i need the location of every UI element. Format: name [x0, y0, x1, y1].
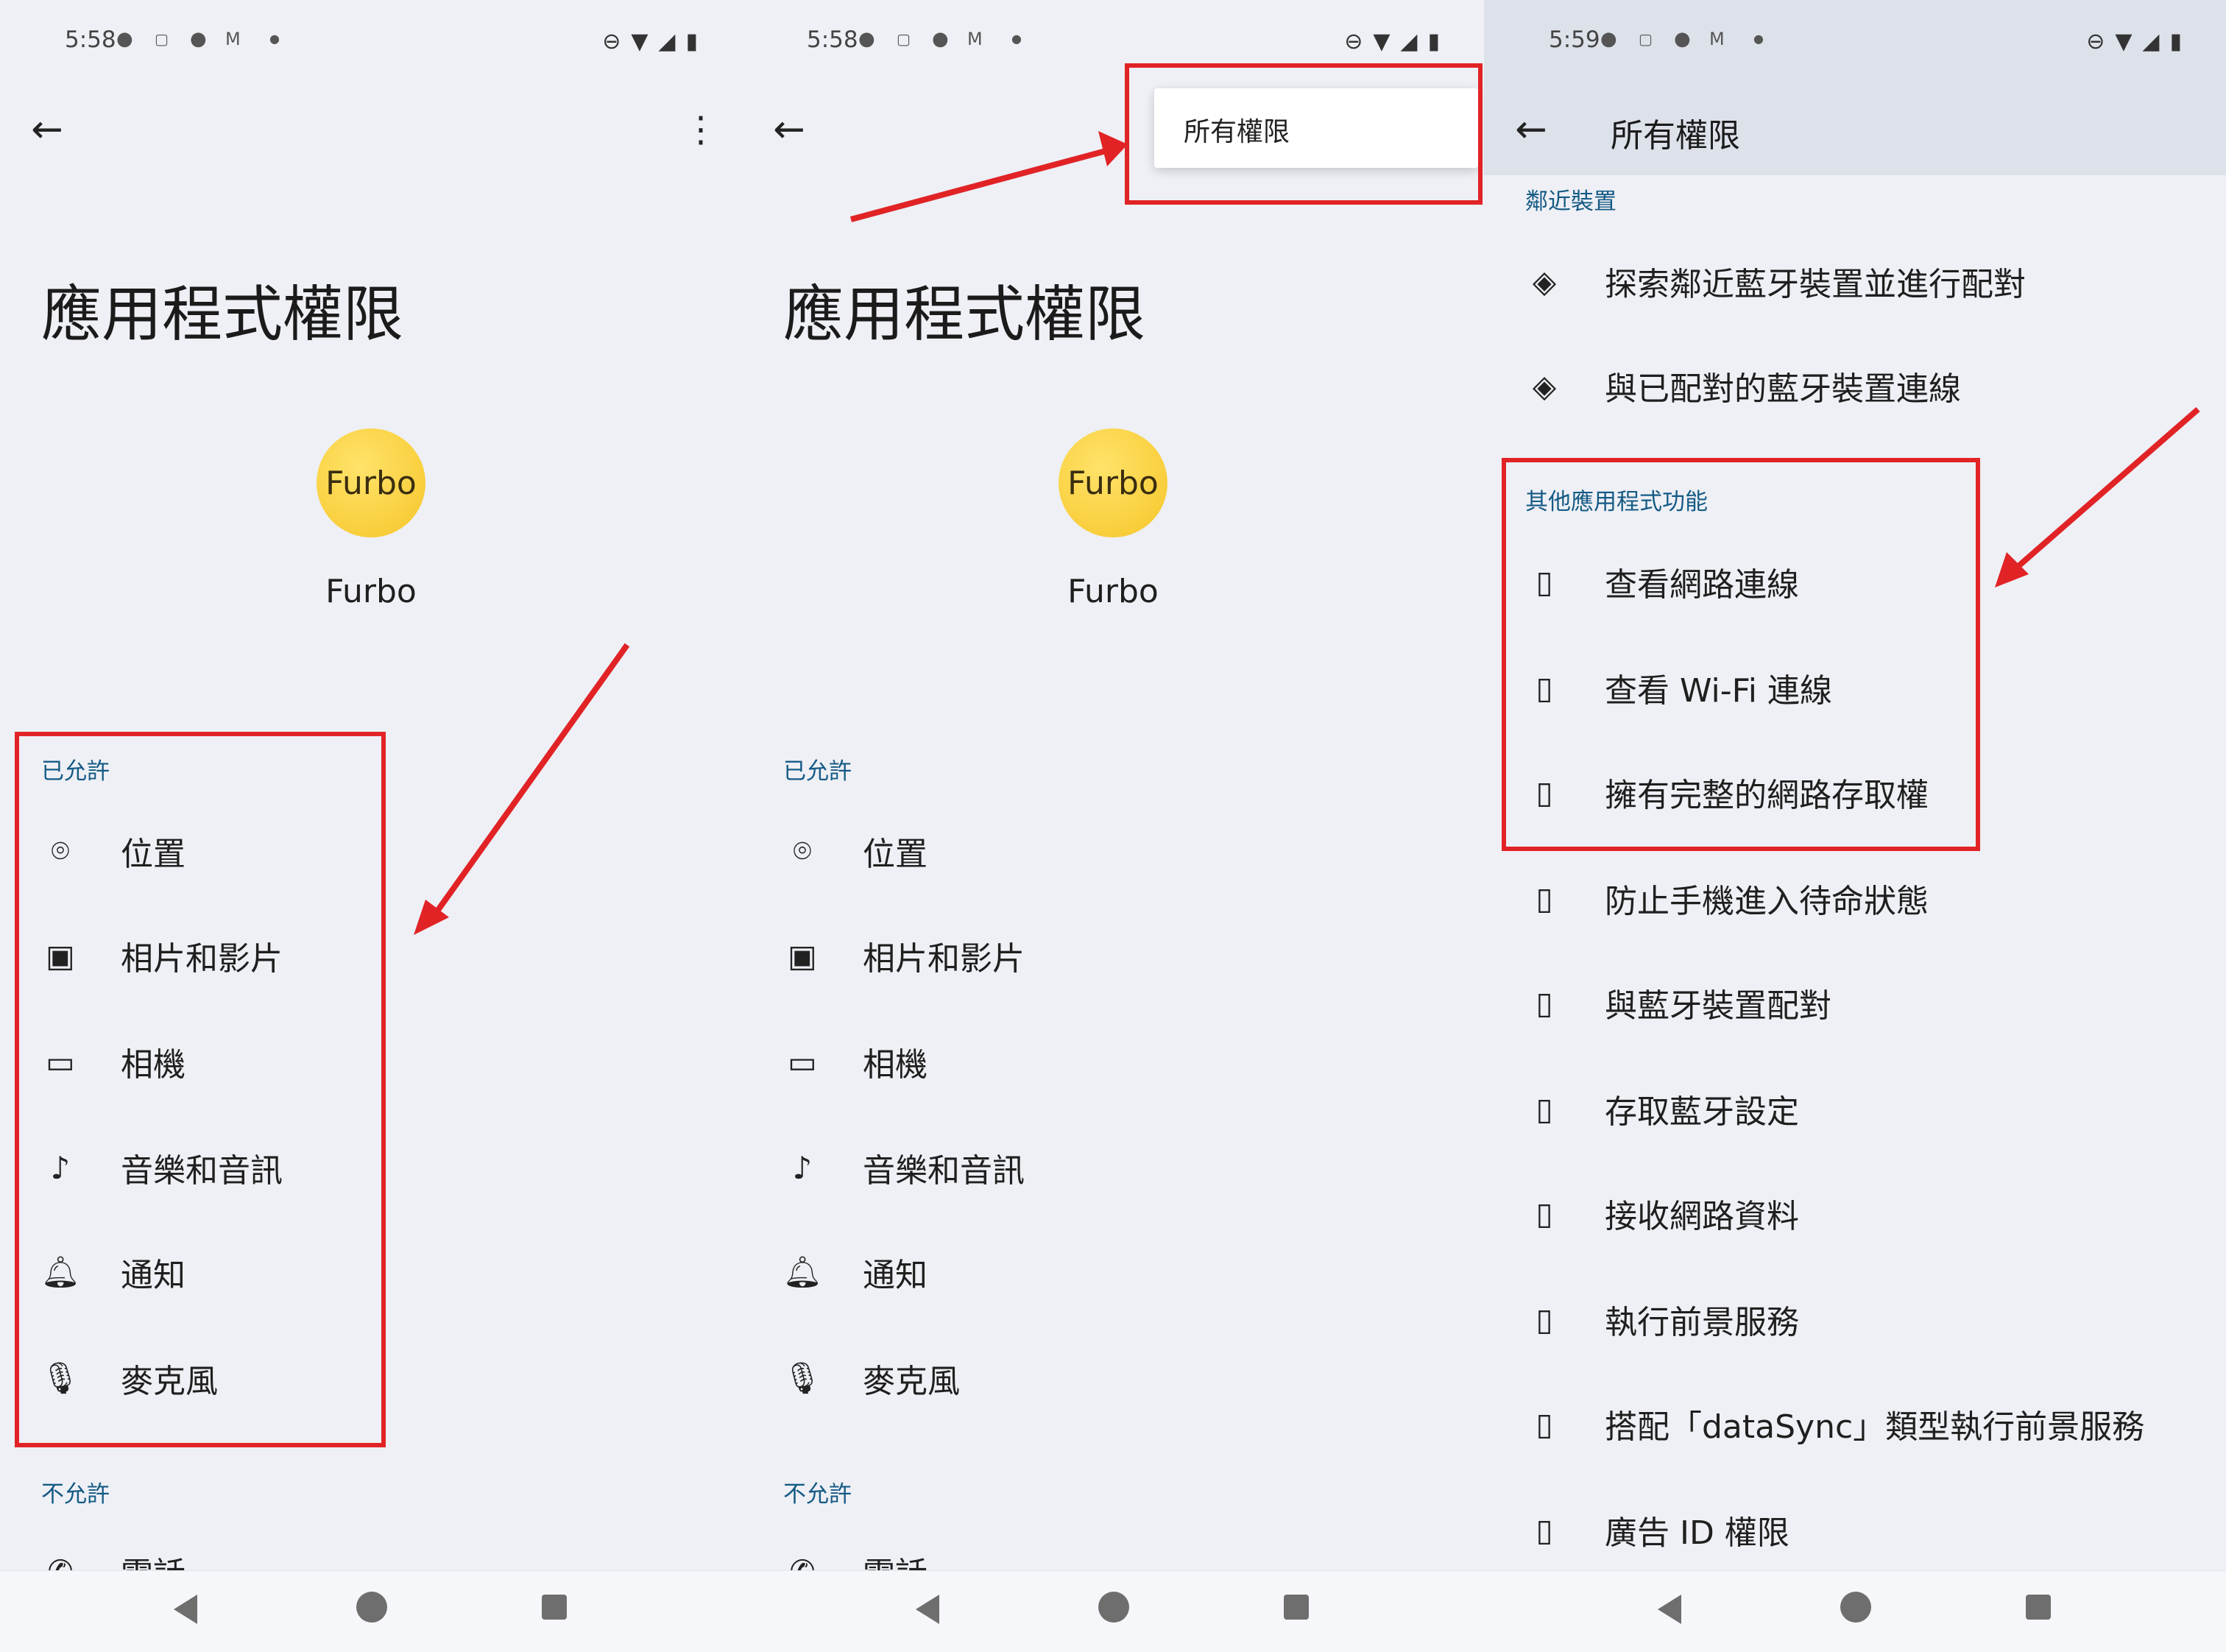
nav-recents-icon[interactable] [2026, 1595, 2051, 1620]
annotation-arrow [414, 643, 630, 935]
nav-back-icon[interactable] [916, 1595, 939, 1624]
navigation-bar [1484, 1570, 2226, 1652]
screen-2: 5:58 ● ▢ ● M ● ⊖ ▼ ◢ ▮ ← 所有權限 應用程式權限 Fur… [742, 0, 1484, 1652]
nav-back-icon[interactable] [174, 1595, 197, 1624]
nav-home-icon[interactable] [1840, 1592, 1871, 1623]
nav-recents-icon[interactable] [542, 1595, 567, 1620]
annotation-arrow [849, 131, 1128, 222]
nav-home-icon[interactable] [1098, 1592, 1129, 1623]
screen-3: ← 所有權限 5:59 ● ▢ ● M ● ⊖ ▼ ◢ ▮ 鄰近裝置 ◈ 探索鄰近… [1484, 0, 2226, 1652]
navigation-bar [742, 1570, 1484, 1652]
navigation-bar [0, 1570, 742, 1652]
nav-back-icon[interactable] [1658, 1595, 1681, 1624]
nav-home-icon[interactable] [356, 1592, 387, 1623]
annotation-arrow [1995, 406, 2200, 587]
screen-1: 5:58 ● ▢ ● M ● ⊖ ▼ ◢ ▮ ← ⋮ 應用程式權限 Furbo … [0, 0, 742, 1652]
nav-recents-icon[interactable] [1284, 1595, 1309, 1620]
